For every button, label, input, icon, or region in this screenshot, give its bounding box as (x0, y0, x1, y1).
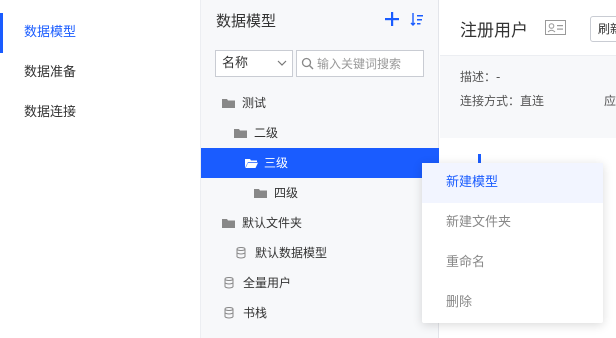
folder-icon (222, 99, 235, 108)
tree-node-folder[interactable]: 四级 (201, 178, 439, 208)
plus-icon[interactable] (384, 11, 400, 27)
tree-node-label: 默认数据模型 (255, 246, 328, 260)
tree-node-model[interactable]: 书栈 (201, 298, 439, 328)
tree-node-label: 四级 (274, 186, 299, 200)
menu-item-rename[interactable]: 重命名 (422, 243, 603, 283)
tree-node-folder-selected[interactable]: 三级 (201, 148, 439, 178)
tree-node-label: 全量用户 (243, 276, 292, 290)
folder-open-icon (245, 159, 258, 168)
side-nav: 数据模型 数据准备 数据连接 (0, 0, 200, 338)
database-icon (236, 247, 246, 259)
tree-node-folder[interactable]: 二级 (201, 118, 439, 148)
sort-icon[interactable] (410, 12, 424, 26)
tree-node-folder[interactable]: 默认文件夹 (201, 208, 439, 238)
tree-panel-title: 数据模型 (216, 12, 277, 30)
id-card-icon (545, 20, 566, 35)
database-icon (224, 307, 234, 319)
filter-field-select[interactable]: 名称 (215, 50, 293, 77)
tree-node-label: 三级 (264, 156, 289, 170)
nav-item-data-connection[interactable]: 数据连接 (0, 93, 200, 133)
menu-item-delete[interactable]: 删除 (422, 283, 603, 323)
connection-type-text: 连接方式：直连 (460, 94, 545, 108)
menu-item-new-folder[interactable]: 新建文件夹 (422, 203, 603, 243)
chevron-down-icon (277, 60, 287, 66)
tree-node-label: 默认文件夹 (242, 216, 303, 230)
detail-header: 注册用户 刷新 (440, 0, 616, 56)
folder-icon (254, 189, 267, 198)
nav-item-data-model[interactable]: 数据模型 (0, 13, 200, 53)
context-menu: 新建模型 新建文件夹 重命名 删除 (422, 163, 603, 323)
tree-node-label: 二级 (254, 126, 279, 140)
detail-info-section: 描述：- 连接方式：直连 应 (440, 56, 616, 138)
model-tree-panel: 数据模型 名称 测试 二级 三级 四级 (200, 0, 439, 338)
detail-title: 注册用户 (460, 21, 528, 41)
menu-item-new-model[interactable]: 新建模型 (422, 163, 603, 203)
tree-node-model[interactable]: 默认数据模型 (201, 238, 439, 268)
truncated-field-label: 应 (604, 94, 616, 108)
tree-node-model[interactable]: 全量用户 (201, 268, 439, 298)
filter-field-value: 名称 (222, 56, 249, 71)
search-icon (301, 57, 314, 70)
nav-item-data-prep[interactable]: 数据准备 (0, 53, 200, 93)
tree-node-label: 书栈 (243, 306, 268, 320)
tree-node-label: 测试 (242, 96, 267, 110)
database-icon (224, 277, 234, 289)
refresh-button[interactable]: 刷新 (590, 16, 616, 42)
folder-icon (222, 219, 235, 228)
search-input[interactable] (317, 53, 421, 74)
description-text: 描述：- (460, 70, 501, 84)
tree-search-box (296, 50, 424, 77)
folder-icon (234, 129, 247, 138)
tree-node-folder[interactable]: 测试 (201, 88, 439, 118)
